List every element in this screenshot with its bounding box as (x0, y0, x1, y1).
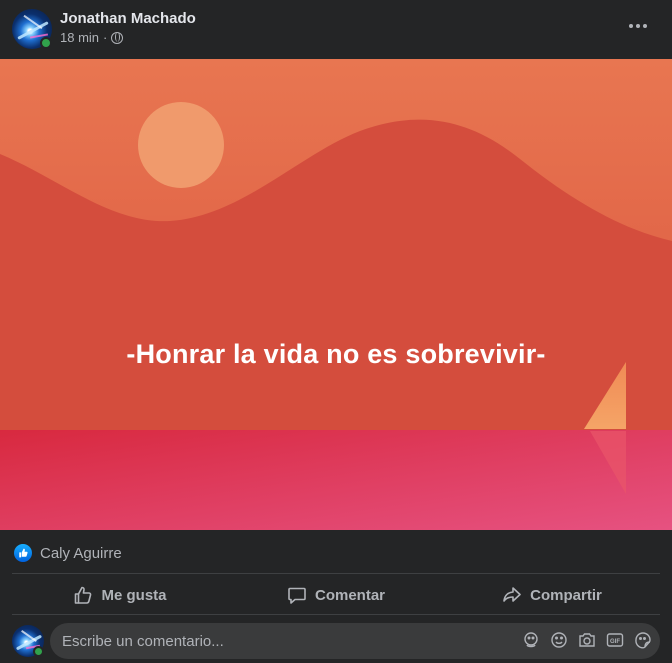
comment-tools: GIF (522, 631, 652, 649)
post-header: Jonathan Machado 18 min · (0, 0, 672, 59)
post-time[interactable]: 18 min (60, 30, 99, 45)
dot-icon (629, 24, 633, 28)
image-caption: -Honrar la vida no es sobrevivir- (126, 339, 546, 369)
reactor-names[interactable]: Caly Aguirre (40, 545, 122, 562)
globe-icon[interactable] (111, 31, 124, 44)
share-button[interactable]: Compartir (444, 576, 660, 614)
dot-icon (643, 24, 647, 28)
share-icon (503, 587, 521, 602)
camera-icon[interactable] (578, 631, 596, 649)
more-options-button[interactable] (624, 12, 652, 40)
avatar-sticker-icon[interactable] (522, 631, 540, 649)
comment-label: Comentar (314, 586, 385, 604)
divider (12, 614, 660, 615)
post-image[interactable]: -Honrar la vida no es sobrevivir- (0, 59, 672, 530)
like-label: Me gusta (101, 586, 167, 604)
comment-icon (288, 587, 306, 604)
share-label: Compartir (530, 586, 602, 604)
comment-button[interactable]: Comentar (228, 576, 444, 614)
dot-icon (636, 24, 640, 28)
divider (12, 573, 660, 574)
post-background-illustration (0, 59, 672, 530)
post-actions: Me gusta Comentar Compartir (12, 576, 660, 614)
comment-composer[interactable]: GIF (50, 623, 660, 659)
post-meta: 18 min · (60, 30, 124, 45)
meta-separator: · (103, 30, 108, 45)
author-name[interactable]: Jonathan Machado (60, 10, 196, 27)
gif-icon[interactable]: GIF (606, 631, 624, 649)
water (0, 430, 672, 530)
svg-text:GIF: GIF (610, 639, 620, 645)
thumbs-up-icon (75, 586, 92, 604)
comment-input[interactable] (62, 632, 502, 650)
reactions-summary[interactable]: Caly Aguirre (14, 543, 122, 563)
sun (138, 102, 224, 188)
sticker-icon[interactable] (634, 631, 652, 649)
like-button[interactable]: Me gusta (12, 576, 228, 614)
emoji-icon[interactable] (550, 631, 568, 649)
online-status-dot (33, 646, 44, 657)
like-icon (14, 544, 32, 562)
online-status-dot (40, 37, 52, 49)
